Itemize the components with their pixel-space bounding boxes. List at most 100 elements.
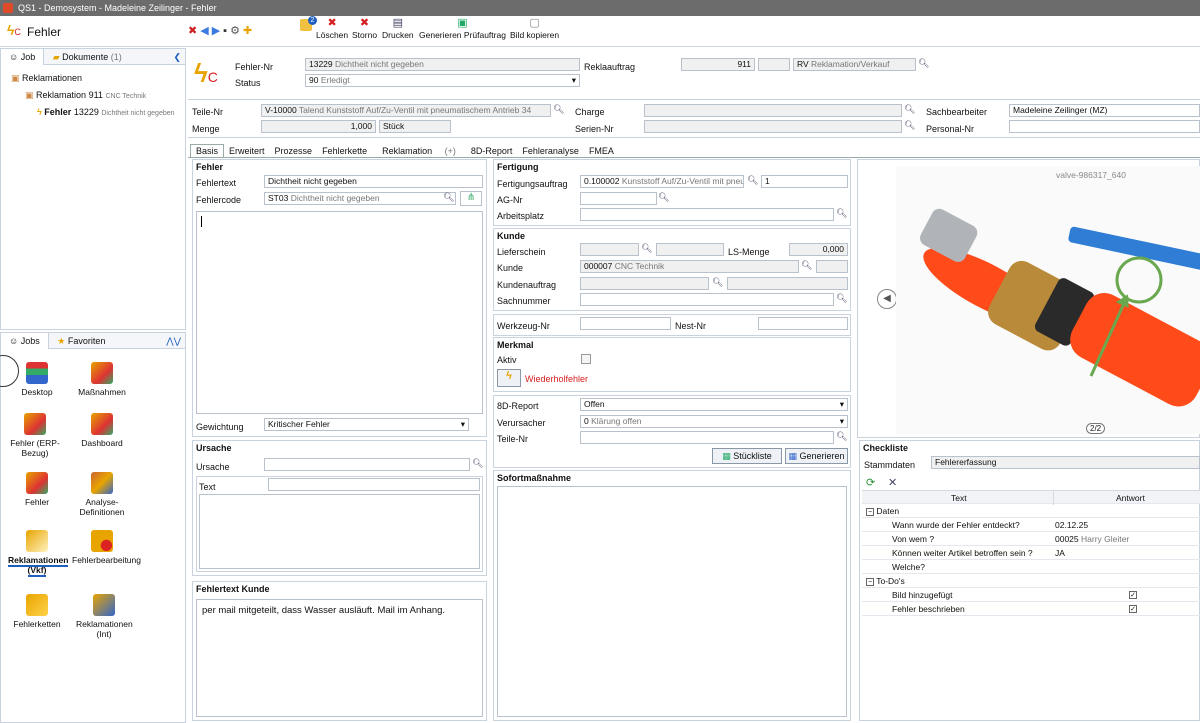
fehlercode-field[interactable]: ST03 Dichtheit nicht gegeben [264,192,456,205]
search-icon[interactable]: 🔍︎ [641,243,652,254]
new-icon[interactable]: ✚ [243,25,255,37]
search-icon[interactable]: 🔍︎ [801,260,812,271]
charge-field[interactable] [644,104,902,117]
gewichtung-select[interactable]: Kritischer Fehler ▾ [264,418,469,431]
answer-checkbox[interactable]: ✓ [1129,591,1137,599]
image-pager[interactable]: 2/2 [1086,423,1106,434]
tree-select-icon[interactable]: ⋔ [460,191,482,206]
status-select[interactable]: 90 Erledigt ▾ [305,74,580,87]
tab-erweitert[interactable]: Erweitert [224,145,270,157]
prev-image-button[interactable]: ◀ [877,289,897,309]
ursache-textarea[interactable] [199,494,480,569]
fehler-description-textarea[interactable] [196,211,483,414]
lieferschein-date-field[interactable] [656,243,724,256]
checklist-row[interactable]: Können weiter Artikel betroffen sein ? JA [862,546,1200,560]
tree-node-reklamationen[interactable]: ▣ Reklamationen [11,73,82,84]
ursache-text-field[interactable] [268,478,480,491]
serien-field[interactable] [644,120,902,133]
cancel-icon[interactable]: ✖ [188,25,200,37]
personal-field[interactable] [1009,120,1200,133]
tab-8d-report[interactable]: 8D-Report [466,145,518,157]
job-fehler-erp[interactable]: Fehler (ERP-Bezug) [5,413,65,458]
prev-icon[interactable]: ◀ [200,25,211,37]
checklist-row[interactable]: Fehler beschrieben ✓ [862,602,1200,616]
kunde-extra-field[interactable] [816,260,848,273]
answer-value[interactable]: JA [1055,546,1065,560]
kundenauftrag-field[interactable] [580,277,709,290]
search-icon[interactable]: 🔍︎ [836,293,847,304]
answer-value[interactable]: 02.12.25 [1055,518,1088,532]
fehler-nr-field[interactable]: 13229 Dichtheit nicht gegeben [305,58,580,71]
tab-job[interactable]: ☺ Job [1,49,45,65]
copy-image-button[interactable]: ▢ Bild kopieren [510,17,559,40]
werkzeug-field[interactable] [580,317,671,330]
collapse-group-icon[interactable]: − [866,508,874,516]
search-icon[interactable]: 🔍︎ [836,208,847,219]
job-fehler[interactable]: Fehler [12,472,62,507]
job-desktop[interactable]: Desktop [12,362,62,397]
ag-nr-field[interactable] [580,192,657,205]
sachbearbeiter-field[interactable]: Madeleine Zeilinger (MZ) [1009,104,1200,117]
tab-jobs[interactable]: ☺ Jobs [1,333,49,349]
collapse-group-icon[interactable]: − [866,578,874,586]
search-icon[interactable]: 🔍︎ [658,192,669,203]
fehlertext-kunde-textarea[interactable]: per mail mitgeteilt, dass Wasser ausläuf… [196,599,483,717]
tab-basis[interactable]: Basis [190,144,225,157]
group-row[interactable]: − Daten [862,504,1200,518]
group-row[interactable]: − To-Do's [862,574,1200,588]
checklist-row[interactable]: Bild hinzugefügt ✓ [862,588,1200,602]
generieren-button[interactable]: ▦ Generieren [785,448,848,464]
kunde-field[interactable]: 000007 CNC Technik [580,260,799,273]
job-dashboard[interactable]: Dashboard [77,413,127,448]
search-icon[interactable]: 🔍︎ [443,192,454,203]
tab-reklamation[interactable]: Reklamation (+) [372,144,466,158]
refresh-icon[interactable]: ⟳ [866,476,875,489]
sachnummer-field[interactable] [580,293,834,306]
reklaauftrag-pos[interactable] [758,58,790,71]
search-icon[interactable]: 🔍︎ [553,104,564,115]
arbeitsplatz-field[interactable] [580,208,834,221]
8d-report-select[interactable]: Offen ▾ [580,398,848,411]
tree-node-fehler[interactable]: ϟ Fehler 13229 Dichtheit nicht gegeben [37,107,175,117]
checklist-row[interactable]: Welche? [862,560,1200,574]
expand-icon[interactable]: ⋀⋁ [166,333,181,349]
job-reklamationen-vkf[interactable]: Reklamationen (Vkf) [8,530,69,577]
search-icon[interactable]: 🔍︎ [904,104,915,115]
tab-fehleranalyse[interactable]: Fehleranalyse [517,145,584,157]
tab-prozesse[interactable]: Prozesse [270,145,318,157]
tab-favoriten[interactable]: ★ Favoriten [51,333,111,349]
aktiv-checkbox[interactable] [581,354,591,364]
rv-field[interactable]: RV Reklamation/Verkauf [793,58,916,71]
verursacher-select[interactable]: 0 Klärung offen ▾ [580,415,848,428]
tab-fehlerkette[interactable]: Fehlerkette [317,145,372,157]
fehlertext-field[interactable]: Dichtheit nicht gegeben [264,175,483,188]
menge-field[interactable]: 1,000 [261,120,376,133]
fa-pos-field[interactable]: 1 [761,175,848,188]
kundenauftrag-pos-field[interactable] [727,277,848,290]
search-icon[interactable]: 🔍︎ [472,458,483,469]
lieferschein-field[interactable] [580,243,639,256]
checklist-row[interactable]: Wann wurde der Fehler entdeckt? 02.12.25 [862,518,1200,532]
print-button[interactable]: ▤ Drucken [382,17,414,40]
fertigungsauftrag-field[interactable]: 0.100002 Kunststoff Auf/Zu-Ventil mit pn… [580,175,744,188]
job-fehlerketten[interactable]: Fehlerketten [12,594,62,629]
search-icon[interactable]: 🔍︎ [918,58,929,69]
answer-value[interactable]: 00025 Harry Gleiter [1055,532,1129,546]
job-massnahmen[interactable]: Maßnahmen [77,362,127,397]
storno-button[interactable]: ✖ Storno [352,17,377,40]
report-teile-nr-field[interactable] [580,431,834,444]
job-reklamationen-int[interactable]: Reklamationen (Int) [76,594,133,639]
search-icon[interactable]: 🔍︎ [712,277,723,288]
nest-field[interactable] [758,317,848,330]
ls-menge-field[interactable]: 0,000 [789,243,848,256]
generate-test-order-button[interactable]: ▣ Generieren Prüfauftrag [419,17,506,40]
ursache-field[interactable] [264,458,470,471]
search-icon[interactable]: 🔍︎ [836,431,847,442]
search-icon[interactable]: 🔍︎ [904,120,915,131]
next-icon[interactable]: ▶ [212,25,223,37]
tab-dokumente[interactable]: ▰ Dokumente (1) [47,49,128,65]
einheit-field[interactable]: Stück [379,120,451,133]
job-analyse-definitionen[interactable]: Analyse-Definitionen [72,472,132,517]
collapse-icon[interactable]: ❮ [173,49,181,65]
delete-button[interactable]: ✖ Löschen [316,17,348,40]
